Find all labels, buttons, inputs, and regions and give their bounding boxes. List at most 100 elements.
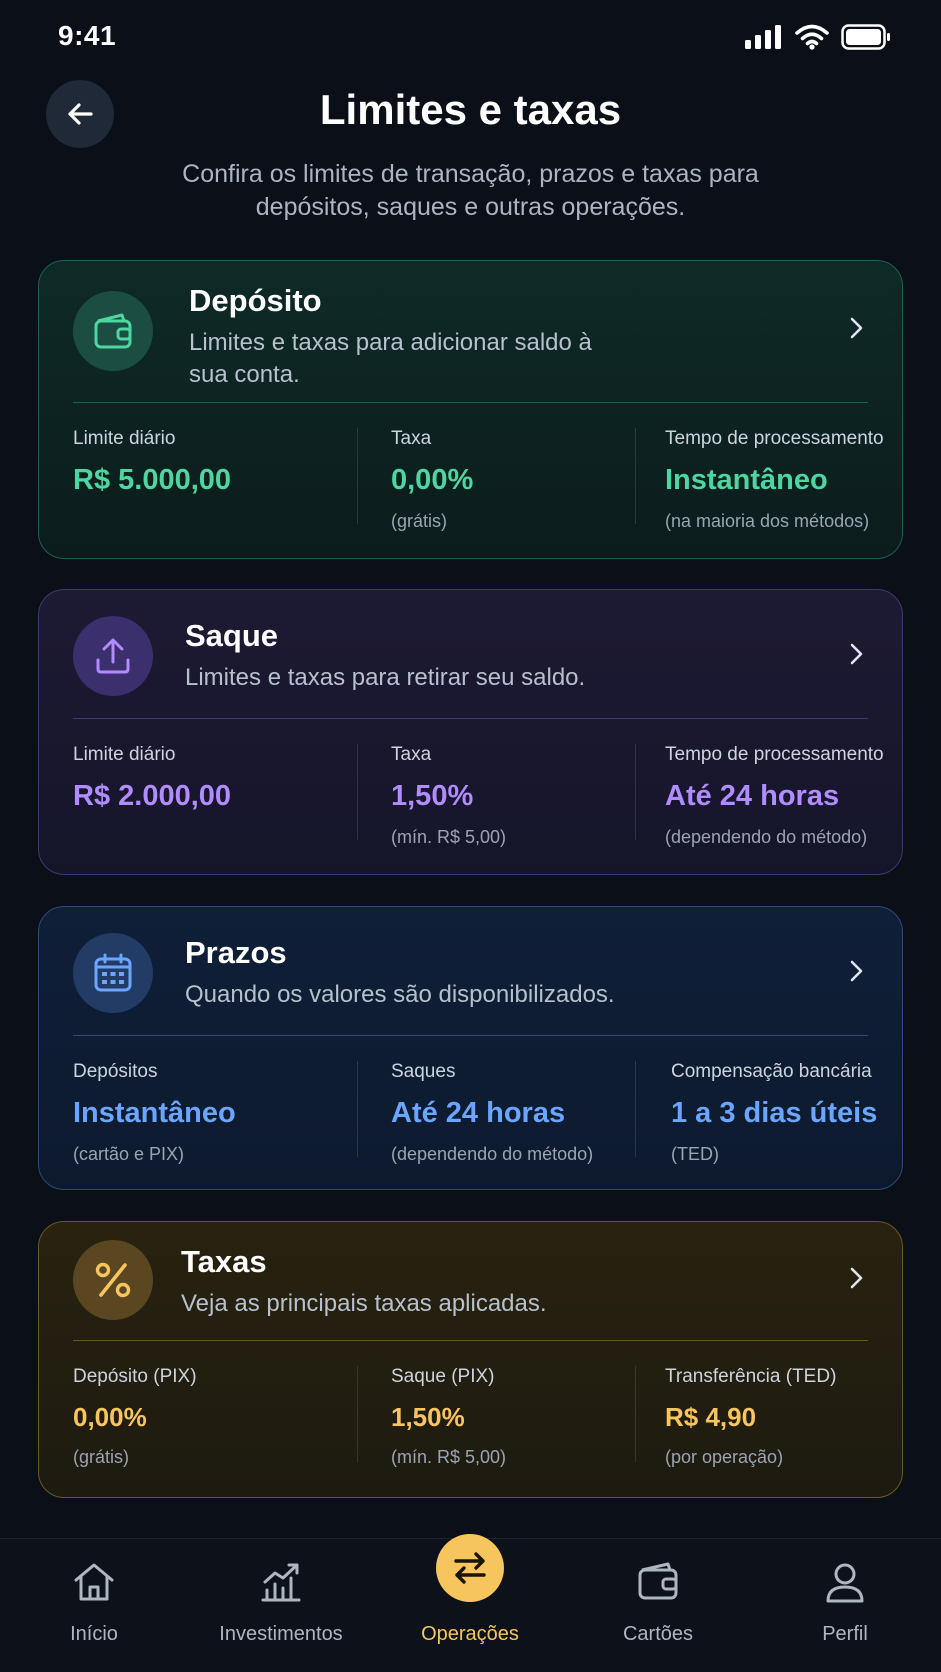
stat-value: Até 24 horas [665,780,840,812]
stat-note: (mín. R$ 5,00) [391,1447,507,1467]
stat-value: 0,00% [391,464,474,496]
status-icons [745,24,891,50]
stat-label: Limite diário [73,744,176,765]
stat-note: (dependendo do método) [665,827,868,847]
stat-value: R$ 2.000,00 [73,780,232,812]
withdraw-stat-fee: Taxa 1,50% (mín. R$ 5,00) [357,744,635,848]
stat-separator [635,744,636,840]
stat-note: (por operação) [665,1447,784,1467]
wallet-icon [635,1559,681,1605]
deposit-divider [73,402,868,403]
stat-value: Até 24 horas [391,1097,566,1129]
calendar-icon [73,933,153,1013]
fees-title: Taxas [181,1244,267,1279]
stat-separator [357,744,358,840]
deposit-card[interactable]: Depósito Limites e taxas para adicionar … [38,260,903,559]
stat-label: Transferência (TED) [665,1366,837,1387]
withdraw-description: Limites e taxas para retirar seu saldo. [185,664,586,691]
stat-note: (grátis) [73,1447,130,1467]
deadlines-stats: Depósitos Instantâneo (cartão e PIX) Saq… [73,1061,878,1165]
status-bar: 9:41 [0,0,941,74]
deposit-card-header[interactable]: Depósito Limites e taxas para adicionar … [39,261,902,401]
stat-note: (mín. R$ 5,00) [391,827,507,847]
nav-label: Início [70,1623,118,1645]
stat-separator [357,1366,358,1462]
chevron-right-icon[interactable] [844,959,868,983]
home-icon [71,1559,117,1605]
stat-separator [357,1061,358,1157]
nav-item-inicio[interactable]: Início [14,1539,174,1672]
stat-separator [635,1061,636,1157]
stat-note: (dependendo do método) [391,1144,594,1164]
stat-value: 1 a 3 dias úteis [671,1097,878,1129]
deposit-stat-time: Tempo de processamento Instantâneo (na m… [635,428,884,532]
nav-label: Investimentos [219,1623,343,1645]
deadlines-title: Prazos [185,935,287,970]
withdraw-title: Saque [185,618,279,653]
stat-value: 0,00% [73,1402,147,1432]
withdraw-divider [73,718,868,719]
user-icon [822,1559,868,1605]
nav-label: Cartões [622,1623,694,1645]
deadlines-description: Quando os valores são disponibilizados. [185,981,615,1008]
stat-value: 1,50% [391,1402,465,1432]
page-title: Limites e taxas [319,86,622,133]
deposit-description: Limites e taxas para adicionar saldo à s… [189,329,592,388]
stat-label: Depósito (PIX) [73,1366,197,1387]
fees-stat-ted: Transferência (TED) R$ 4,90 (por operaçã… [635,1366,870,1468]
wallet-icon [73,291,153,371]
upload-icon [73,616,153,696]
status-time: 9:41 [58,20,117,51]
stat-note: (grátis) [391,511,448,531]
chevron-right-icon[interactable] [844,642,868,666]
nav-item-perfil[interactable]: Perfil [765,1539,925,1672]
deadlines-stat-withdrawals: Saques Até 24 horas (dependendo do métod… [357,1061,635,1165]
stat-label: Tempo de processamento [665,744,884,765]
deadlines-stat-deposits: Depósitos Instantâneo (cartão e PIX) [73,1061,357,1165]
withdraw-stat-time: Tempo de processamento Até 24 horas (dep… [635,744,884,848]
stat-label: Limite diário [73,428,176,449]
deadlines-divider [73,1035,868,1036]
page-subtitle: Confira os limites de transação, prazos … [182,160,759,221]
nav-item-operacoes[interactable]: Operações [390,1534,550,1672]
swap-icon [436,1534,504,1602]
header: Limites e taxas [0,78,941,158]
nav-item-investimentos[interactable]: Investimentos [201,1539,361,1672]
stat-label: Saques [391,1061,456,1082]
withdraw-stat-limit: Limite diário R$ 2.000,00 [73,744,357,848]
chevron-right-icon[interactable] [844,316,868,340]
stat-label: Taxa [391,428,432,449]
deposit-stat-fee: Taxa 0,00% (grátis) [357,428,635,532]
stat-note: (na maioria dos métodos) [665,511,870,531]
stat-separator [357,428,358,524]
battery-icon [841,24,890,50]
stat-note: (TED) [671,1144,719,1164]
fees-divider [73,1340,868,1341]
deadlines-card-header[interactable]: Prazos Quando os valores são disponibili… [39,907,902,1047]
stat-label: Saque (PIX) [391,1366,495,1387]
deadlines-card[interactable]: Prazos Quando os valores são disponibili… [38,906,903,1190]
withdraw-card-header[interactable]: Saque Limites e taxas para retirar seu s… [39,590,902,730]
chart-icon [258,1559,304,1605]
signal-icon [745,25,781,49]
nav-label: Perfil [822,1623,868,1645]
deposit-stat-limit: Limite diário R$ 5.000,00 [73,428,357,532]
stat-separator [635,1366,636,1462]
stat-value: Instantâneo [73,1097,236,1129]
fees-card[interactable]: Taxas Veja as principais taxas aplicadas… [38,1221,903,1498]
stat-label: Tempo de processamento [665,428,884,449]
nav-item-cartoes[interactable]: Cartões [578,1539,738,1672]
stat-value: 1,50% [391,780,474,812]
fees-stat-deposit-pix: Depósito (PIX) 0,00% (grátis) [73,1366,357,1468]
stat-note: (cartão e PIX) [73,1144,185,1164]
deadlines-stat-clearing: Compensação bancária 1 a 3 dias úteis (T… [635,1061,878,1165]
stat-value: Instantâneo [665,464,828,496]
bottom-nav: Início Investimentos Operações Cartões P… [0,1534,941,1672]
deposit-stats: Limite diário R$ 5.000,00 Taxa 0,00% (gr… [73,428,884,532]
chevron-right-icon[interactable] [844,1266,868,1290]
withdraw-card[interactable]: Saque Limites e taxas para retirar seu s… [38,589,903,875]
fees-card-header[interactable]: Taxas Veja as principais taxas aplicadas… [39,1222,902,1362]
percent-icon [73,1240,153,1320]
stat-label: Taxa [391,744,432,765]
stat-separator [635,428,636,524]
